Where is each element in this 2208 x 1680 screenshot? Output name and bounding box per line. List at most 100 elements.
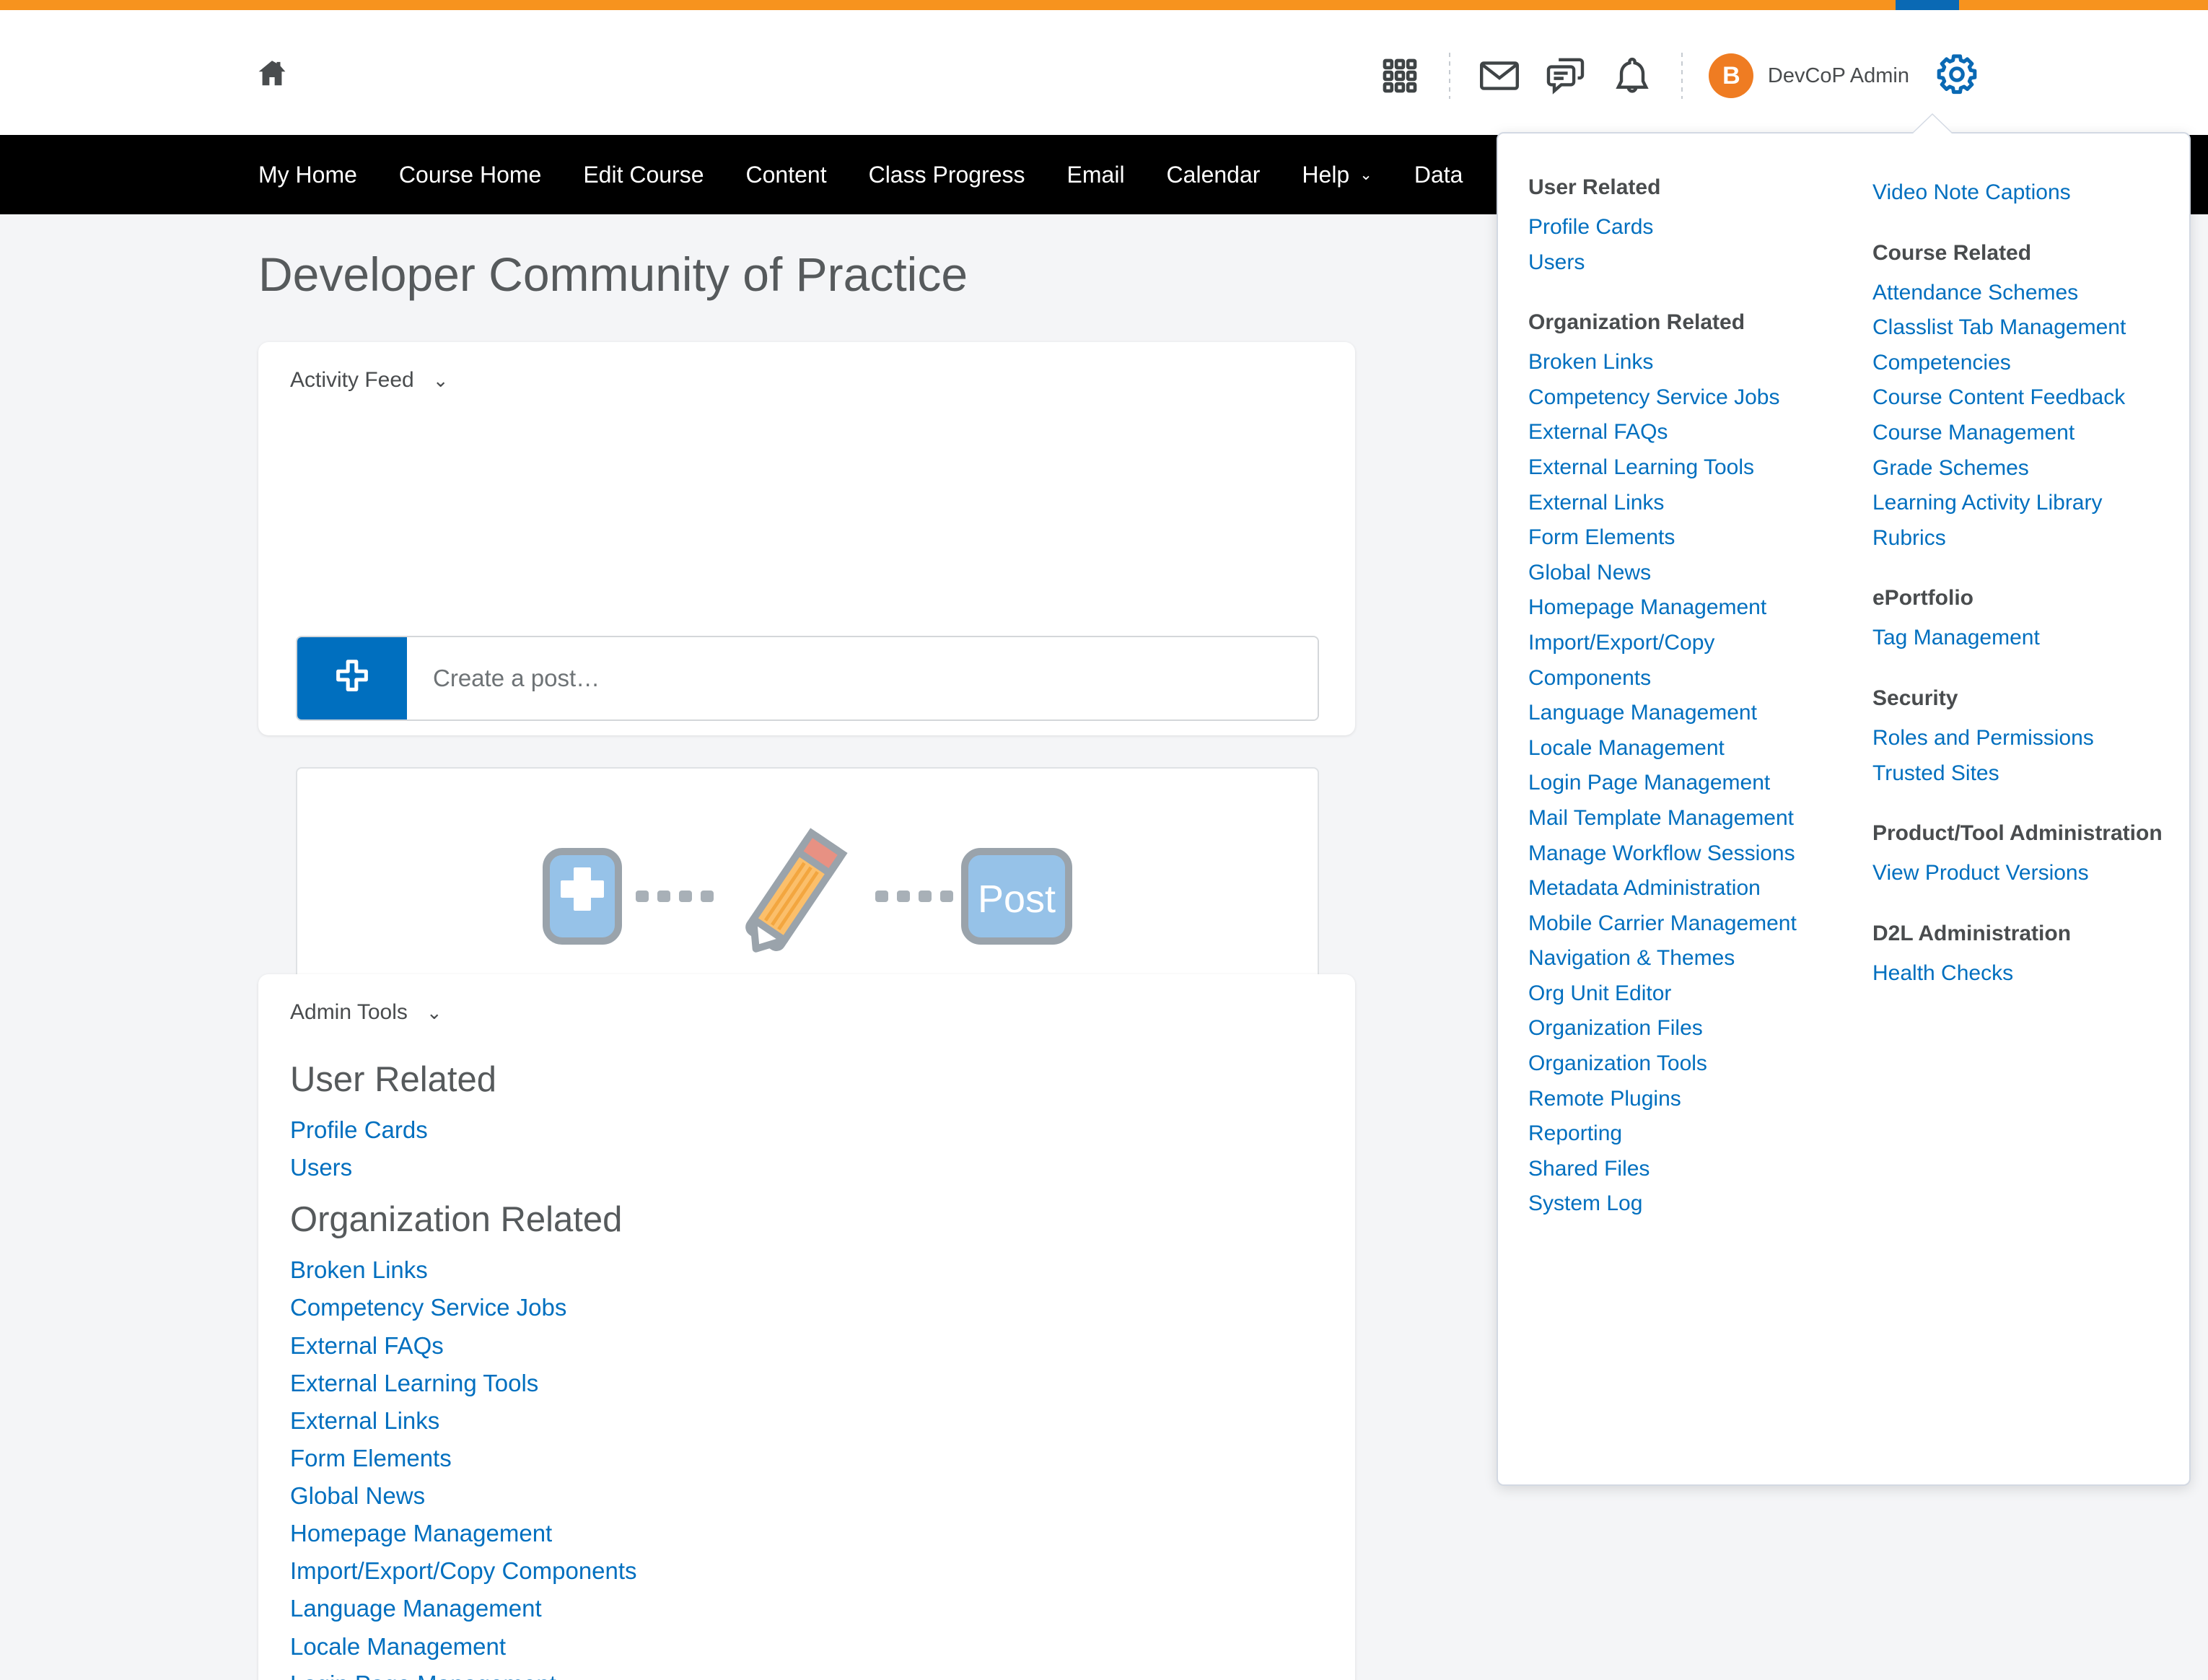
dropdown-link-learning-activity-library[interactable]: Learning Activity Library [1872, 486, 2179, 521]
admin-settings-dropdown: User Related Profile Cards Users Organizati… [1497, 132, 2191, 1486]
dropdown-link-shared-files[interactable]: Shared Files [1528, 1152, 1834, 1187]
dropdown-heading-user-related: User Related [1528, 175, 1661, 199]
dropdown-link-classlist-tab-management[interactable]: Classlist Tab Management [1872, 310, 2179, 346]
dropdown-link-roles-and-permissions[interactable]: Roles and Permissions [1872, 721, 2179, 756]
admin-tools-card: Admin Tools ⌄ User Related Profile Cards U… [258, 974, 1355, 1680]
admin-link-login-page-management[interactable]: Login Page Management [290, 1666, 1355, 1680]
nav-item-my-home[interactable]: My Home [258, 162, 357, 188]
admin-group-heading-user-related: User Related [290, 1060, 496, 1099]
dropdown-link-mobile-carrier-management[interactable]: Mobile Carrier Management [1528, 906, 1834, 942]
dropdown-link-competencies[interactable]: Competencies [1872, 346, 2179, 381]
header-divider-2 [1681, 53, 1683, 99]
waffle-menu-button[interactable] [1367, 43, 1433, 108]
dropdown-link-course-management[interactable]: Course Management [1872, 416, 2179, 451]
dropdown-link-form-elements[interactable]: Form Elements [1528, 520, 1834, 556]
dropdown-link-reporting[interactable]: Reporting [1528, 1116, 1834, 1152]
gear-icon [1934, 51, 1980, 101]
dropdown-link-navigation-themes[interactable]: Navigation & Themes [1528, 941, 1834, 976]
header-divider-1 [1448, 53, 1450, 99]
home-icon [255, 56, 289, 93]
dropdown-link-language-management[interactable]: Language Management [1528, 696, 1834, 731]
admin-link-external-learning-tools[interactable]: External Learning Tools [290, 1365, 1355, 1402]
nav-item-calendar[interactable]: Calendar [1167, 162, 1261, 188]
dropdown-link-remote-plugins[interactable]: Remote Plugins [1528, 1082, 1834, 1117]
admin-group-heading-organization-related: Organization Related [290, 1200, 623, 1240]
create-post-button[interactable] [297, 637, 407, 719]
dropdown-link-metadata-administration[interactable]: Metadata Administration [1528, 871, 1834, 906]
nav-item-class-progress[interactable]: Class Progress [869, 162, 1025, 188]
dropdown-link-manage-workflow-sessions[interactable]: Manage Workflow Sessions [1528, 836, 1834, 872]
nav-item-edit-course[interactable]: Edit Course [583, 162, 704, 188]
chat-bubble-icon [1543, 53, 1588, 98]
nav-item-data[interactable]: Data [1414, 162, 1463, 188]
avatar[interactable]: B [1708, 53, 1753, 98]
admin-link-external-links[interactable]: External Links [290, 1402, 1355, 1440]
admin-link-homepage-management[interactable]: Homepage Management [290, 1515, 1355, 1552]
notifications-button[interactable] [1599, 43, 1665, 108]
dropdown-link-attendance-schemes[interactable]: Attendance Schemes [1872, 276, 2179, 311]
nav-item-help[interactable]: Help ⌄ [1302, 162, 1372, 188]
nav-item-course-home[interactable]: Course Home [399, 162, 541, 188]
dropdown-link-profile-cards[interactable]: Profile Cards [1528, 210, 1834, 245]
admin-link-competency-service-jobs[interactable]: Competency Service Jobs [290, 1289, 1355, 1326]
nav-item-content[interactable]: Content [746, 162, 827, 188]
admin-tools-list: User Related Profile Cards Users Organizati… [258, 1025, 1355, 1680]
dropdown-link-locale-management[interactable]: Locale Management [1528, 731, 1834, 766]
dropdown-link-video-note-captions[interactable]: Video Note Captions [1872, 175, 2179, 211]
activity-feed-header[interactable]: Activity Feed ⌄ [258, 342, 1355, 393]
dropdown-link-org-unit-editor[interactable]: Org Unit Editor [1528, 976, 1834, 1012]
dropdown-link-course-content-feedback[interactable]: Course Content Feedback [1872, 380, 2179, 416]
dropdown-link-external-learning-tools[interactable]: External Learning Tools [1528, 450, 1834, 486]
admin-link-users[interactable]: Users [290, 1149, 1355, 1186]
waffle-grid-icon [1380, 56, 1420, 96]
nav-label: Email [1066, 161, 1125, 188]
admin-link-locale-management[interactable]: Locale Management [290, 1628, 1355, 1666]
dropdown-link-global-news[interactable]: Global News [1528, 556, 1834, 591]
nav-label: Data [1414, 161, 1463, 188]
admin-link-broken-links[interactable]: Broken Links [290, 1251, 1355, 1289]
admin-tools-header[interactable]: Admin Tools ⌄ [258, 974, 1355, 1025]
chevron-down-icon: ⌄ [1359, 166, 1372, 183]
email-button[interactable] [1466, 43, 1533, 108]
dropdown-link-mail-template-management[interactable]: Mail Template Management [1528, 801, 1834, 836]
admin-link-language-management[interactable]: Language Management [290, 1590, 1355, 1627]
dropdown-link-users[interactable]: Users [1528, 245, 1834, 281]
create-post-row[interactable]: Create a post… [296, 636, 1319, 721]
dropdown-link-external-faqs[interactable]: External FAQs [1528, 415, 1834, 450]
nav-item-email[interactable]: Email [1067, 162, 1125, 188]
dropdown-link-import-export-copy-components[interactable]: Import/Export/Copy Components [1528, 626, 1817, 696]
dropdown-link-organization-files[interactable]: Organization Files [1528, 1011, 1834, 1046]
admin-link-global-news[interactable]: Global News [290, 1477, 1355, 1515]
admin-link-profile-cards[interactable]: Profile Cards [290, 1111, 1355, 1149]
dropdown-link-login-page-management[interactable]: Login Page Management [1528, 766, 1834, 801]
app-root: B DevCoP Admin My Home Course Home Edit … [0, 0, 2208, 1680]
svg-text:Post: Post [978, 878, 1056, 921]
plus-icon [331, 656, 373, 701]
admin-link-import-export-copy-components[interactable]: Import/Export/Copy Components [290, 1552, 1355, 1590]
header-tool-bar: B DevCoP Admin [1367, 43, 1984, 108]
nav-label: Edit Course [583, 161, 704, 188]
admin-settings-button[interactable] [1929, 48, 1984, 103]
messages-button[interactable] [1533, 43, 1599, 108]
dropdown-heading-security: Security [1872, 686, 1958, 710]
dropdown-link-rubrics[interactable]: Rubrics [1872, 521, 2179, 556]
dropdown-link-view-product-versions[interactable]: View Product Versions [1872, 856, 2179, 891]
empty-state-illustration: Post [540, 826, 1074, 974]
create-post-input[interactable]: Create a post… [407, 637, 1318, 719]
dropdown-link-system-log[interactable]: System Log [1528, 1186, 1834, 1222]
admin-link-external-faqs[interactable]: External FAQs [290, 1327, 1355, 1365]
dropdown-link-grade-schemes[interactable]: Grade Schemes [1872, 451, 2179, 486]
dropdown-link-homepage-management[interactable]: Homepage Management [1528, 590, 1834, 626]
dropdown-link-tag-management[interactable]: Tag Management [1872, 621, 2179, 656]
dropdown-link-broken-links[interactable]: Broken Links [1528, 345, 1834, 380]
app-header: B DevCoP Admin [0, 10, 2208, 135]
dropdown-link-external-links[interactable]: External Links [1528, 486, 1834, 521]
dropdown-link-health-checks[interactable]: Health Checks [1872, 956, 2179, 992]
admin-link-form-elements[interactable]: Form Elements [290, 1440, 1355, 1477]
envelope-icon [1477, 53, 1522, 98]
dropdown-link-trusted-sites[interactable]: Trusted Sites [1872, 756, 2179, 792]
home-button[interactable] [253, 55, 292, 94]
dropdown-link-competency-service-jobs[interactable]: Competency Service Jobs [1528, 380, 1834, 416]
nav-label: Calendar [1166, 161, 1261, 188]
dropdown-link-organization-tools[interactable]: Organization Tools [1528, 1046, 1834, 1082]
